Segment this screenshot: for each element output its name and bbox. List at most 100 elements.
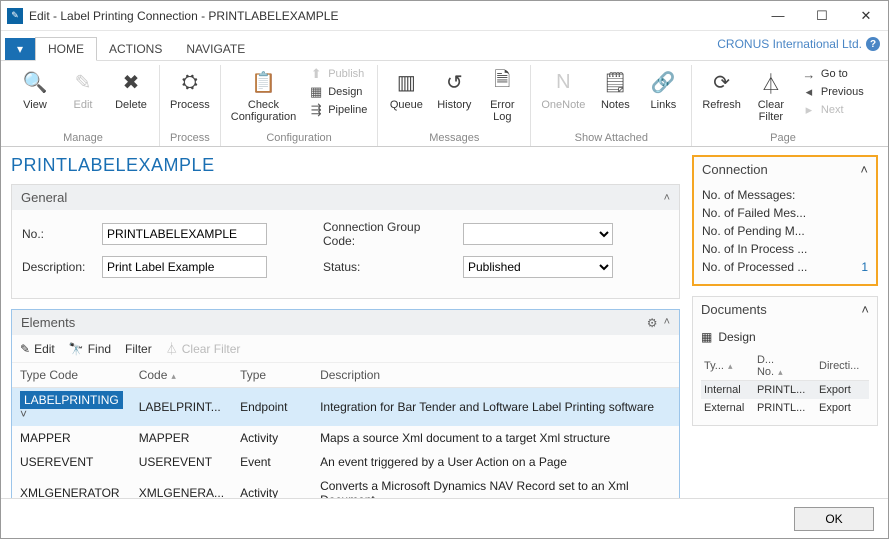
- general-title: General: [21, 190, 67, 205]
- delete-button[interactable]: ✖Delete: [111, 65, 151, 113]
- tab-home[interactable]: HOME: [35, 37, 97, 61]
- status-select[interactable]: Published: [463, 256, 613, 278]
- cell-type: Activity: [232, 426, 312, 450]
- goto-button[interactable]: →Go to: [799, 65, 866, 83]
- publish-button[interactable]: ⬆ Publish: [306, 65, 369, 83]
- no-input[interactable]: [102, 223, 267, 245]
- elements-filter-button[interactable]: Filter: [125, 342, 152, 356]
- app-icon: ✎: [7, 8, 23, 24]
- file-tab[interactable]: ▾: [5, 38, 35, 60]
- minimize-button[interactable]: —: [756, 1, 800, 31]
- check-config-button[interactable]: 📋Check Configuration: [229, 65, 298, 125]
- cell-description: Integration for Bar Tender and Loftware …: [312, 388, 679, 427]
- table-row[interactable]: LABELPRINTING ˅ LABELPRINT... Endpoint I…: [12, 388, 679, 427]
- title-bar: ✎ Edit - Label Printing Connection - PRI…: [1, 1, 888, 31]
- cell-typecode: MAPPER: [12, 426, 131, 450]
- documents-design-button[interactable]: ▦ Design: [701, 326, 869, 348]
- chevron-up-icon: ˄: [860, 162, 868, 177]
- tab-actions[interactable]: ACTIONS: [97, 38, 174, 60]
- elements-fasttab: Elements ⚙˄ ✎Edit 🔭Find Filter ⏃Clear Fi…: [11, 309, 680, 513]
- clear-filter-button[interactable]: ⏃Clear Filter: [751, 65, 791, 125]
- sort-asc-icon: ▴: [171, 371, 176, 381]
- history-button[interactable]: ↺History: [434, 65, 474, 113]
- page-title: PRINTLABELEXAMPLE: [11, 155, 680, 176]
- pencil-icon: ✎: [20, 342, 30, 356]
- col-description[interactable]: Description: [312, 363, 679, 388]
- col-code[interactable]: Code▴: [131, 363, 232, 388]
- elements-edit-button[interactable]: ✎Edit: [20, 342, 55, 356]
- col-type[interactable]: Type: [232, 363, 312, 388]
- tab-navigate[interactable]: NAVIGATE: [174, 38, 257, 60]
- factbox-line[interactable]: No. of Failed Mes...: [702, 204, 868, 222]
- history-label: History: [437, 99, 471, 111]
- help-icon[interactable]: ?: [866, 37, 880, 51]
- sort-asc-icon: ▴: [728, 361, 733, 371]
- view-button[interactable]: 🔍View: [15, 65, 55, 113]
- process-label: Process: [170, 99, 210, 111]
- funnel-icon: ⏃: [756, 67, 786, 97]
- factbox-line[interactable]: No. of Messages:: [702, 186, 868, 204]
- documents-header[interactable]: Documents ˄: [693, 297, 877, 322]
- group-process-label: Process: [170, 130, 210, 144]
- col-typecode[interactable]: Type Code: [12, 363, 131, 388]
- doc-col-type[interactable]: Ty...▴: [701, 352, 754, 381]
- doc-col-docno[interactable]: D... No.▴: [754, 352, 816, 381]
- elements-find-button[interactable]: 🔭Find: [69, 342, 111, 356]
- table-row[interactable]: Internal PRINTL... Export: [701, 381, 869, 400]
- doc-col-direction[interactable]: Directi...: [816, 352, 869, 381]
- pipeline-icon: ⇶: [308, 102, 324, 118]
- notes-icon: 🗒: [600, 67, 630, 97]
- ok-button[interactable]: OK: [794, 507, 874, 531]
- pipeline-button[interactable]: ⇶ Pipeline: [306, 101, 369, 119]
- publish-icon: ⬆: [308, 66, 324, 82]
- connection-header[interactable]: Connection ˄: [694, 157, 876, 182]
- tenant-text: CRONUS International Ltd.: [717, 37, 862, 51]
- factbox-line[interactable]: No. of Pending M...: [702, 222, 868, 240]
- ribbon-tabs: ▾ HOME ACTIONS NAVIGATE CRONUS Internati…: [1, 31, 888, 61]
- close-button[interactable]: ✕: [844, 1, 888, 31]
- table-row[interactable]: USEREVENT USEREVENT Event An event trigg…: [12, 450, 679, 474]
- factbox-line[interactable]: No. of Processed ...1: [702, 258, 868, 276]
- onenote-label: OneNote: [541, 99, 585, 111]
- maximize-button[interactable]: ☐: [800, 1, 844, 31]
- notes-button[interactable]: 🗒Notes: [595, 65, 635, 113]
- edit-button[interactable]: ✎Edit: [63, 65, 103, 113]
- caret-left-icon: ◂: [801, 84, 817, 100]
- elements-header[interactable]: Elements ⚙˄: [12, 310, 679, 335]
- window-title: Edit - Label Printing Connection - PRINT…: [29, 9, 756, 23]
- table-row[interactable]: MAPPER MAPPER Activity Maps a source Xml…: [12, 426, 679, 450]
- gear-icon[interactable]: ⚙: [647, 316, 658, 330]
- group-code-select[interactable]: [463, 223, 613, 245]
- elements-clearfilter-button[interactable]: ⏃Clear Filter: [166, 340, 241, 357]
- status-label: Status:: [323, 260, 453, 274]
- description-input[interactable]: [102, 256, 267, 278]
- cell-description: An event triggered by a User Action on a…: [312, 450, 679, 474]
- next-button[interactable]: ▸Next: [799, 101, 866, 119]
- connection-title: Connection: [702, 162, 768, 177]
- table-row[interactable]: External PRINTL... Export: [701, 399, 869, 417]
- edit-label: Edit: [74, 99, 93, 111]
- onenote-button[interactable]: NOneNote: [539, 65, 587, 113]
- queue-button[interactable]: ▥Queue: [386, 65, 426, 113]
- general-header[interactable]: General ˄: [12, 185, 679, 210]
- process-button[interactable]: ⛭ Process: [168, 65, 212, 113]
- refresh-button[interactable]: ⟳Refresh: [700, 65, 743, 113]
- pipeline-label: Pipeline: [328, 104, 367, 116]
- chevron-down-icon[interactable]: ˅: [20, 407, 27, 421]
- description-label: Description:: [22, 260, 92, 274]
- binoculars-icon: 🔭: [69, 342, 84, 356]
- delete-icon: ✖: [116, 67, 146, 97]
- design-button[interactable]: ▦Design: [306, 83, 369, 101]
- design-icon: ▦: [308, 84, 324, 100]
- funnel-clear-icon: ⏃: [166, 340, 178, 357]
- links-icon: 🔗: [648, 67, 678, 97]
- errorlog-button[interactable]: 🗎Error Log: [482, 65, 522, 125]
- previous-button[interactable]: ◂Previous: [799, 83, 866, 101]
- process-icon: ⛭: [175, 67, 205, 97]
- chevron-up-icon: ˄: [664, 192, 670, 204]
- publish-label: Publish: [328, 68, 364, 80]
- errorlog-icon: 🗎: [487, 67, 517, 97]
- factbox-line[interactable]: No. of In Process ...: [702, 240, 868, 258]
- links-button[interactable]: 🔗Links: [643, 65, 683, 113]
- sort-asc-icon: ▴: [778, 367, 783, 377]
